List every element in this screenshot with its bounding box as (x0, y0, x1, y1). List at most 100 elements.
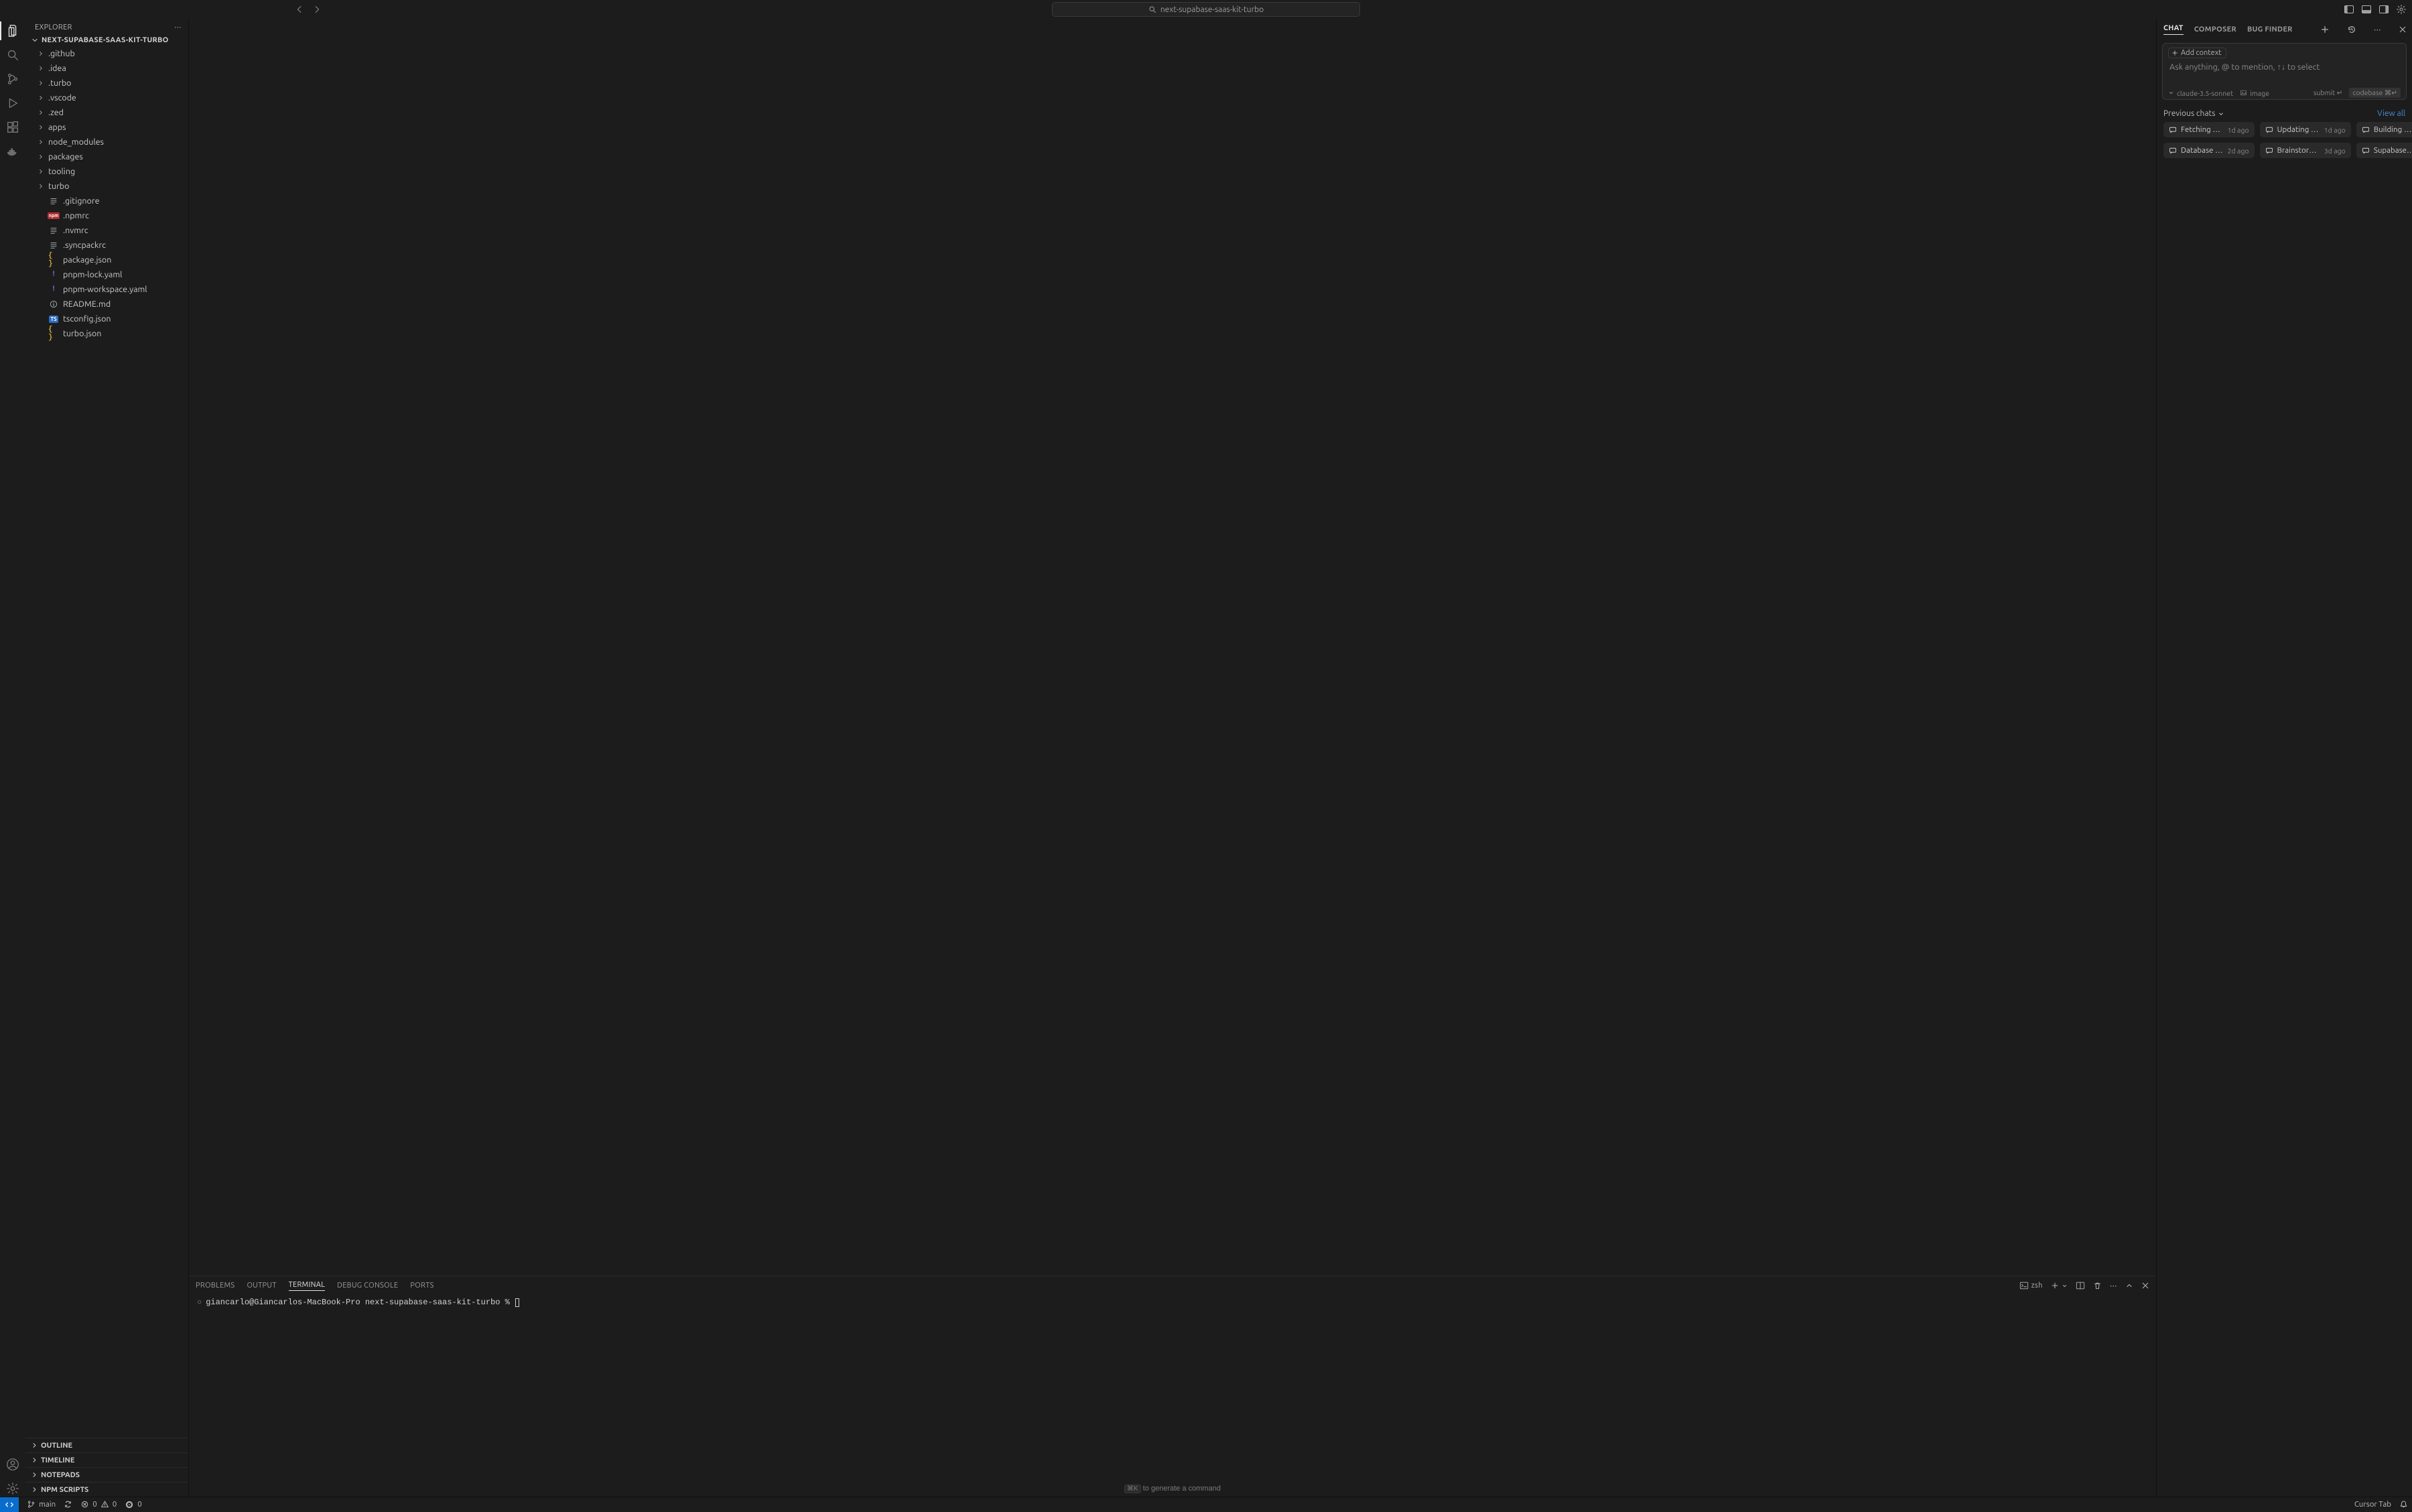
chat-history-chip[interactable]: Database Sc…2d ago (2163, 143, 2255, 158)
tree-file[interactable]: npm.npmrc (25, 208, 188, 223)
problems-indicator[interactable]: 0 0 (76, 1500, 121, 1509)
previous-chats-toggle[interactable]: Previous chats (2163, 109, 2224, 118)
panel-tab-output[interactable]: OUTPUT (247, 1282, 276, 1290)
sidebar-section[interactable]: OUTLINE (25, 1438, 188, 1452)
chat-new-icon[interactable] (2320, 25, 2330, 34)
terminal-delete-icon[interactable] (2093, 1282, 2102, 1290)
panel-tab-problems[interactable]: PROBLEMS (196, 1282, 234, 1290)
panel-maximize-icon[interactable] (2125, 1282, 2133, 1290)
chat-history-icon[interactable] (2347, 25, 2356, 34)
tree-file[interactable]: .gitignore (25, 194, 188, 208)
tree-folder[interactable]: .zed (25, 105, 188, 120)
sync-button[interactable] (60, 1500, 76, 1509)
codebase-hint[interactable]: codebase ⌘↵ (2349, 88, 2401, 98)
chat-close-icon[interactable] (2399, 25, 2407, 33)
tree-item-label: turbo.json (63, 329, 101, 338)
activity-scm-icon[interactable] (5, 71, 21, 87)
toggle-bottom-panel-icon[interactable] (2361, 4, 2372, 15)
tree-folder[interactable]: packages (25, 149, 188, 164)
remote-indicator[interactable] (0, 1497, 19, 1512)
chat-tab-bug-finder[interactable]: BUG FINDER (2247, 25, 2293, 33)
chat-history-chip[interactable]: Supabase Mi…3d ago (2356, 143, 2412, 158)
activity-manage-icon[interactable] (5, 1481, 21, 1497)
errors-count: 0 (92, 1500, 97, 1509)
toggle-right-panel-icon[interactable] (2378, 4, 2389, 15)
tree-file[interactable]: !pnpm-lock.yaml (25, 267, 188, 282)
tree-folder[interactable]: tooling (25, 164, 188, 179)
tree-item-label: .syncpackrc (63, 240, 106, 250)
nav-back-icon[interactable] (295, 5, 304, 14)
tree-item-label: turbo (48, 182, 69, 191)
ports-indicator[interactable]: 0 (121, 1500, 146, 1509)
tree-folder[interactable]: .idea (25, 61, 188, 76)
chat-history-chip[interactable]: Brainstormin…3d ago (2260, 143, 2351, 158)
tree-file[interactable]: TStsconfig.json (25, 312, 188, 326)
activity-search-icon[interactable] (5, 47, 21, 63)
chevron-down-icon (31, 36, 39, 44)
bottom-panel: PROBLEMS OUTPUT TERMINAL DEBUG CONSOLE P… (189, 1276, 2156, 1497)
add-context-button[interactable]: Add context (2168, 48, 2226, 58)
chat-tab-composer[interactable]: COMPOSER (2194, 25, 2236, 33)
settings-gear-icon[interactable] (2396, 4, 2407, 15)
tree-file[interactable]: { }package.json (25, 253, 188, 267)
chat-history-chip[interactable]: Updating Per…1d ago (2260, 122, 2351, 137)
file-icon: TS (48, 314, 59, 324)
panel-tab-terminal[interactable]: TERMINAL (289, 1281, 326, 1291)
activity-extensions-icon[interactable] (5, 119, 21, 135)
branch-indicator[interactable]: main (23, 1500, 60, 1509)
explorer-more-icon[interactable]: ⋯ (174, 23, 182, 31)
chat-tab-chat[interactable]: CHAT (2163, 24, 2184, 35)
panel-close-icon[interactable] (2141, 1282, 2149, 1290)
tree-file[interactable]: README.md (25, 297, 188, 312)
chat-chip-title: Fetching and… (2181, 125, 2224, 134)
tree-root[interactable]: NEXT-SUPABASE-SAAS-KIT-TURBO (25, 34, 188, 46)
cursor-tab-indicator[interactable]: Cursor Tab (2350, 1500, 2395, 1509)
tree-folder[interactable]: .github (25, 46, 188, 61)
tree-item-label: .npmrc (63, 211, 89, 220)
image-attach-label: image (2250, 89, 2269, 97)
file-icon: { } (48, 328, 59, 339)
sidebar-section[interactable]: NOTEPADS (25, 1467, 188, 1482)
chat-chip-ago: 1d ago (2324, 126, 2346, 134)
tree-folder[interactable]: .vscode (25, 90, 188, 105)
chat-chip-ago: 2d ago (2228, 147, 2249, 155)
command-center-search[interactable]: next-supabase-saas-kit-turbo (1052, 2, 1360, 17)
tree-file[interactable]: !pnpm-workspace.yaml (25, 282, 188, 297)
sidebar-section[interactable]: NPM SCRIPTS (25, 1482, 188, 1497)
tree-file[interactable]: .nvmrc (25, 223, 188, 238)
activity-explorer-icon[interactable] (5, 23, 21, 39)
tree-file[interactable]: .syncpackrc (25, 238, 188, 253)
chat-chip-title: Supabase Mi… (2374, 146, 2412, 155)
chat-input[interactable]: Add context Ask anything, @ to mention, … (2162, 43, 2407, 100)
panel-tab-ports[interactable]: PORTS (410, 1282, 433, 1290)
tree-folder[interactable]: node_modules (25, 135, 188, 149)
chat-more-icon[interactable]: ⋯ (2374, 25, 2381, 34)
tree-file[interactable]: { } turbo.json (25, 326, 188, 341)
submit-hint[interactable]: submit ↵ (2314, 88, 2343, 97)
terminal[interactable]: ○ giancarlo@Giancarlos-MacBook-Pro next-… (189, 1295, 2156, 1497)
sidebar-section[interactable]: TIMELINE (25, 1452, 188, 1467)
terminal-split-icon[interactable] (2076, 1281, 2085, 1290)
terminal-more-icon[interactable]: ⋯ (2110, 1282, 2117, 1290)
activity-accounts-icon[interactable] (5, 1456, 21, 1472)
panel-tab-debug-console[interactable]: DEBUG CONSOLE (337, 1282, 398, 1290)
nav-forward-icon[interactable] (312, 5, 322, 14)
terminal-new-icon[interactable] (2051, 1282, 2068, 1290)
tree-item-label: node_modules (48, 137, 104, 147)
tree-item-label: README.md (63, 299, 111, 309)
chat-history-chip[interactable]: Fetching and…1d ago (2163, 122, 2255, 137)
notifications-icon[interactable] (2395, 1500, 2412, 1509)
tree-folder[interactable]: apps (25, 120, 188, 135)
tree-folder[interactable]: turbo (25, 179, 188, 194)
activity-run-debug-icon[interactable] (5, 95, 21, 111)
previous-chats-label: Previous chats (2163, 109, 2215, 118)
tree-folder[interactable]: .turbo (25, 76, 188, 90)
image-attach-button[interactable]: image (2240, 89, 2269, 97)
view-all-link[interactable]: View all (2377, 109, 2405, 118)
activity-docker-icon[interactable] (5, 143, 21, 159)
toggle-left-panel-icon[interactable] (2344, 4, 2354, 15)
chat-history-chip[interactable]: Building Tea…2d ago (2356, 122, 2412, 137)
terminal-profile-button[interactable]: zsh (2019, 1281, 2043, 1290)
chevron-right-icon (38, 80, 44, 86)
model-picker[interactable]: claude-3.5-sonnet (2168, 89, 2233, 97)
